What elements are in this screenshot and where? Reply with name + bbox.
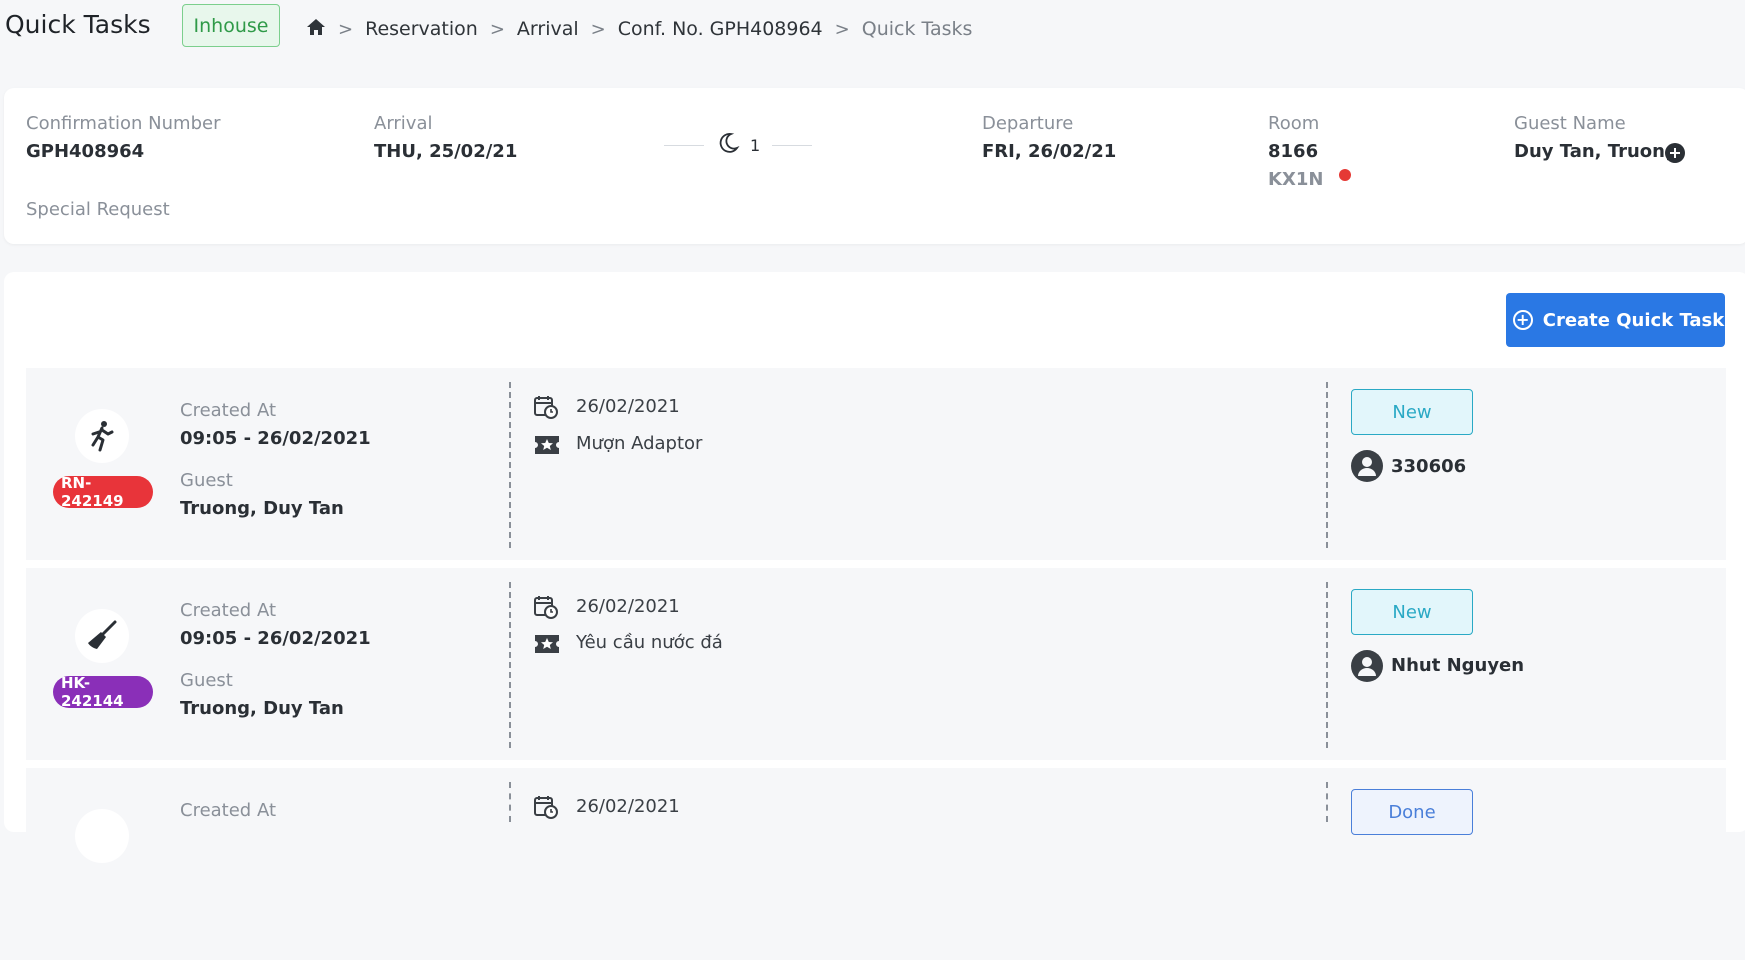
department-icon — [75, 809, 129, 863]
assignee-name: 330606 — [1391, 456, 1467, 477]
room-type: KX1N — [1268, 169, 1324, 190]
divider — [1326, 782, 1328, 822]
reservation-summary-card — [4, 88, 1745, 244]
task-date: 26/02/2021 — [576, 396, 680, 417]
chevron-right-icon: > — [590, 18, 606, 40]
guest-name-label: Guest Name — [1514, 113, 1626, 134]
nights-line-left — [664, 144, 704, 146]
confirmation-value: GPH408964 — [26, 141, 145, 162]
calendar-clock-icon — [534, 795, 558, 823]
task-date: 26/02/2021 — [576, 596, 680, 617]
nights-indicator: 1 — [664, 131, 813, 159]
departure-value: FRI, 26/02/21 — [982, 141, 1117, 162]
breadcrumb-current: Quick Tasks — [861, 18, 973, 40]
breadcrumb: > Reservation > Arrival > Conf. No. GPH4… — [306, 14, 972, 44]
arrival-label: Arrival — [374, 113, 433, 134]
create-quick-task-label: Create Quick Task — [1542, 309, 1725, 331]
broom-icon — [75, 609, 129, 663]
breadcrumb-reservation[interactable]: Reservation — [365, 18, 478, 40]
plus-circle-icon: + — [1512, 310, 1533, 330]
breadcrumb-arrival[interactable]: Arrival — [517, 18, 579, 40]
guest-value: Truong, Duy Tan — [180, 698, 344, 719]
task-item: Mượn Adaptor — [576, 433, 703, 454]
task-code-badge: RN-242149 — [53, 474, 153, 510]
divider — [509, 782, 511, 822]
guest-value: Truong, Duy Tan — [180, 498, 344, 519]
room-status-dot — [1339, 169, 1351, 181]
departure-label: Departure — [982, 113, 1074, 134]
page-title: Quick Tasks — [5, 10, 151, 39]
confirmation-label: Confirmation Number — [26, 113, 221, 134]
running-person-icon — [75, 409, 129, 463]
breadcrumb-confirmation[interactable]: Conf. No. GPH408964 — [618, 18, 823, 40]
ticket-star-icon — [534, 634, 560, 658]
task-status-button[interactable]: New — [1351, 389, 1473, 435]
divider — [509, 382, 511, 548]
created-at-label: Created At — [180, 600, 277, 621]
created-at-value: 09:05 - 26/02/2021 — [180, 428, 371, 449]
guest-label: Guest — [180, 470, 233, 491]
create-quick-task-button[interactable]: + Create Quick Task — [1506, 293, 1725, 347]
room-number: 8166 — [1268, 141, 1319, 162]
chevron-right-icon: > — [338, 18, 354, 40]
calendar-clock-icon — [534, 395, 558, 423]
chevron-right-icon: > — [834, 18, 850, 40]
chevron-right-icon: > — [489, 18, 505, 40]
moon-icon — [716, 131, 740, 159]
ticket-star-icon — [534, 435, 560, 459]
divider — [509, 582, 511, 748]
calendar-clock-icon — [534, 595, 558, 623]
special-request-label: Special Request — [26, 199, 170, 220]
task-code-badge: HK-242144 — [53, 674, 153, 710]
home-icon[interactable] — [306, 18, 326, 41]
guest-name-value: Duy Tan, Truong — [1514, 141, 1678, 162]
guest-label: Guest — [180, 670, 233, 691]
created-at-label: Created At — [180, 400, 277, 421]
arrival-value: THU, 25/02/21 — [374, 141, 518, 162]
nights-line-right — [772, 144, 813, 146]
room-label: Room — [1268, 113, 1320, 134]
created-at-value: 09:05 - 26/02/2021 — [180, 628, 371, 649]
add-guest-icon[interactable] — [1665, 143, 1685, 167]
task-item: Yêu cầu nước đá — [576, 632, 723, 653]
person-icon — [1351, 450, 1383, 482]
divider — [1326, 382, 1328, 548]
created-at-label: Created At — [180, 800, 277, 821]
assignee-name: Nhut Nguyen — [1391, 655, 1525, 676]
task-status-button[interactable]: New — [1351, 589, 1473, 635]
status-badge: Inhouse — [182, 4, 280, 47]
task-date: 26/02/2021 — [576, 796, 680, 817]
task-status-button[interactable]: Done — [1351, 789, 1473, 835]
divider — [1326, 582, 1328, 748]
person-icon — [1351, 650, 1383, 682]
nights-count: 1 — [750, 135, 761, 155]
